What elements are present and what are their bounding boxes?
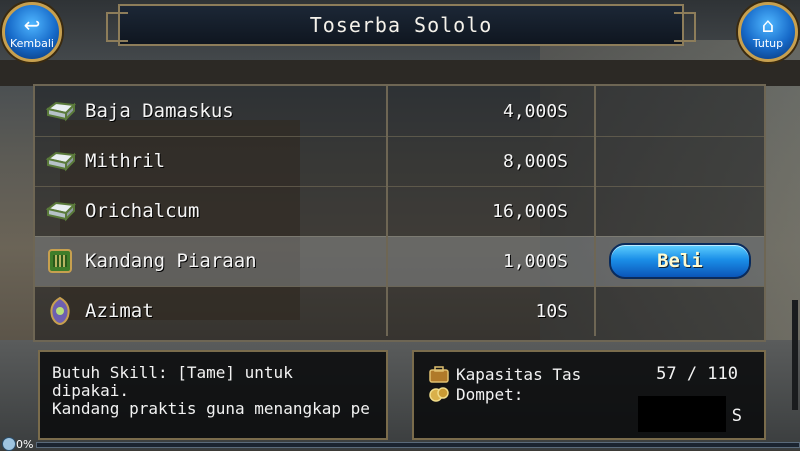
page-title: Toserba Sololo (309, 13, 493, 37)
bag-capacity-value: 57 / 110 (656, 364, 738, 384)
item-price: 4,000S (502, 100, 568, 122)
ingot-icon (43, 146, 77, 176)
shop-item-row[interactable]: Azimat 10S (35, 286, 764, 336)
coins-icon (429, 387, 449, 402)
amulet-icon (43, 296, 77, 326)
item-description-panel: Butuh Skill: [Tame] untuk dipakai. Kanda… (38, 350, 388, 440)
bag-icon (429, 366, 449, 383)
item-price: 1,000S (502, 250, 568, 272)
loading-footer: 0% (0, 437, 800, 451)
shop-item-row[interactable]: Baja Damaskus 4,000S (35, 86, 764, 137)
item-name: Mithril (85, 150, 166, 172)
item-name: Azimat (85, 300, 154, 322)
item-price-cell: 4,000S (388, 86, 596, 136)
item-name: Orichalcum (85, 200, 200, 222)
wallet-amount-redacted (638, 396, 726, 432)
bag-capacity-row: Kapasitas Tas 57 / 110 (428, 364, 750, 384)
item-action-cell (596, 86, 764, 136)
item-price-cell: 1,000S (388, 236, 596, 286)
shop-item-row[interactable]: Orichalcum 16,000S (35, 186, 764, 237)
item-price: 10S (535, 300, 568, 322)
item-action-cell (596, 286, 764, 336)
item-action-cell (596, 136, 764, 186)
item-name: Baja Damaskus (85, 100, 234, 122)
item-name-cell: Mithril (35, 136, 388, 186)
shop-item-list: Baja Damaskus 4,000S Mithril 8,000S Oric… (33, 84, 766, 342)
shop-item-row[interactable]: Mithril 8,000S (35, 136, 764, 187)
loading-percent: 0% (16, 437, 34, 451)
ingot-icon (43, 96, 77, 126)
inventory-panel: Kapasitas Tas 57 / 110 Dompet: S (412, 350, 766, 440)
back-button-label: Kembali (10, 36, 54, 50)
item-description: Butuh Skill: [Tame] untuk dipakai. Kanda… (52, 363, 370, 418)
scrollbar[interactable] (792, 300, 798, 410)
item-name-cell: Orichalcum (35, 186, 388, 236)
item-price: 16,000S (492, 200, 568, 222)
background-beam (0, 60, 800, 86)
shop-item-row-selected[interactable]: Kandang Piaraan 1,000S Beli (35, 236, 764, 287)
wallet-label: Dompet: (456, 384, 524, 404)
return-arrow-icon: ↩ (23, 12, 41, 37)
item-name-cell: Baja Damaskus (35, 86, 388, 136)
loading-indicator-icon (2, 437, 16, 451)
bag-capacity-label: Kapasitas Tas (456, 364, 582, 384)
item-name: Kandang Piaraan (85, 250, 257, 272)
item-price: 8,000S (502, 150, 568, 172)
wallet-currency: S (731, 406, 742, 426)
buy-button[interactable]: Beli (609, 243, 751, 279)
item-name-cell: Kandang Piaraan (35, 236, 388, 286)
item-action-cell (596, 186, 764, 236)
home-icon: ⌂ (761, 12, 775, 37)
item-price-cell: 16,000S (388, 186, 596, 236)
close-button[interactable]: ⌂ Tutup (738, 2, 798, 62)
back-button[interactable]: ↩ Kembali (2, 2, 62, 62)
buy-button-label: Beli (657, 250, 703, 272)
close-button-label: Tutup (752, 36, 784, 50)
item-action-cell: Beli (596, 236, 764, 286)
item-price-cell: 8,000S (388, 136, 596, 186)
title-bar: Toserba Sololo (106, 4, 696, 46)
item-price-cell: 10S (388, 286, 596, 336)
item-name-cell: Azimat (35, 286, 388, 336)
pet-cage-icon (43, 246, 77, 276)
loading-bar (36, 442, 800, 448)
ingot-icon (43, 196, 77, 226)
